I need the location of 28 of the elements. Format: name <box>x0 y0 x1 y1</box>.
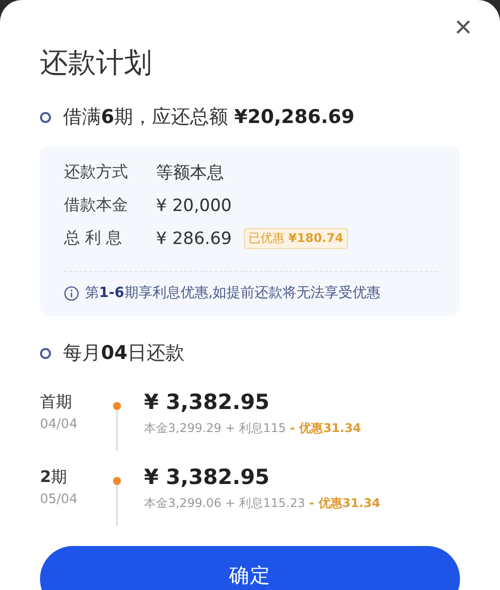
due-date: 04/04 <box>40 417 78 432</box>
timeline-dot <box>113 402 121 410</box>
sheet-title: 还款计划 <box>40 45 153 81</box>
confirm-button[interactable]: 确定 <box>40 546 460 590</box>
amount-breakdown: 本金3,299.29 + 利息115 <box>144 420 286 437</box>
amount-breakdown: 本金3,299.06 + 利息115.23 <box>144 495 306 512</box>
detail-value: ¥ 20,000 <box>156 196 232 216</box>
discount-tag: 已优惠 ¥180.74 <box>244 228 348 249</box>
schedule-heading: 每月04日还款 <box>63 341 184 366</box>
detail-label: 总 利 息 <box>64 228 124 249</box>
summary-text: 借满6期，应还总额 ¥20,286.69 <box>63 105 354 130</box>
timeline-dot <box>113 477 121 485</box>
installment-amount: ¥ 3,382.95 <box>144 390 271 414</box>
period-label: 首期 <box>40 392 73 413</box>
installment-amount: ¥ 3,382.95 <box>144 465 271 489</box>
detail-label: 借款本金 <box>64 195 129 216</box>
detail-value: ¥ 286.69 <box>156 228 232 248</box>
discount-amount: - 优惠31.34 <box>309 495 380 512</box>
period-label: 2期 <box>40 467 68 488</box>
circle-icon <box>40 348 51 358</box>
note-text: 第1-6期享利息优惠,如提前还款将无法享受优惠 <box>85 284 381 302</box>
close-button[interactable]: × <box>454 14 472 42</box>
detail-label: 还款方式 <box>64 162 129 183</box>
detail-value: 等额本息 <box>156 162 224 184</box>
info-icon <box>64 286 79 300</box>
discount-amount: - 优惠31.34 <box>290 420 362 437</box>
due-date: 05/04 <box>40 492 78 507</box>
circle-icon <box>40 112 51 122</box>
